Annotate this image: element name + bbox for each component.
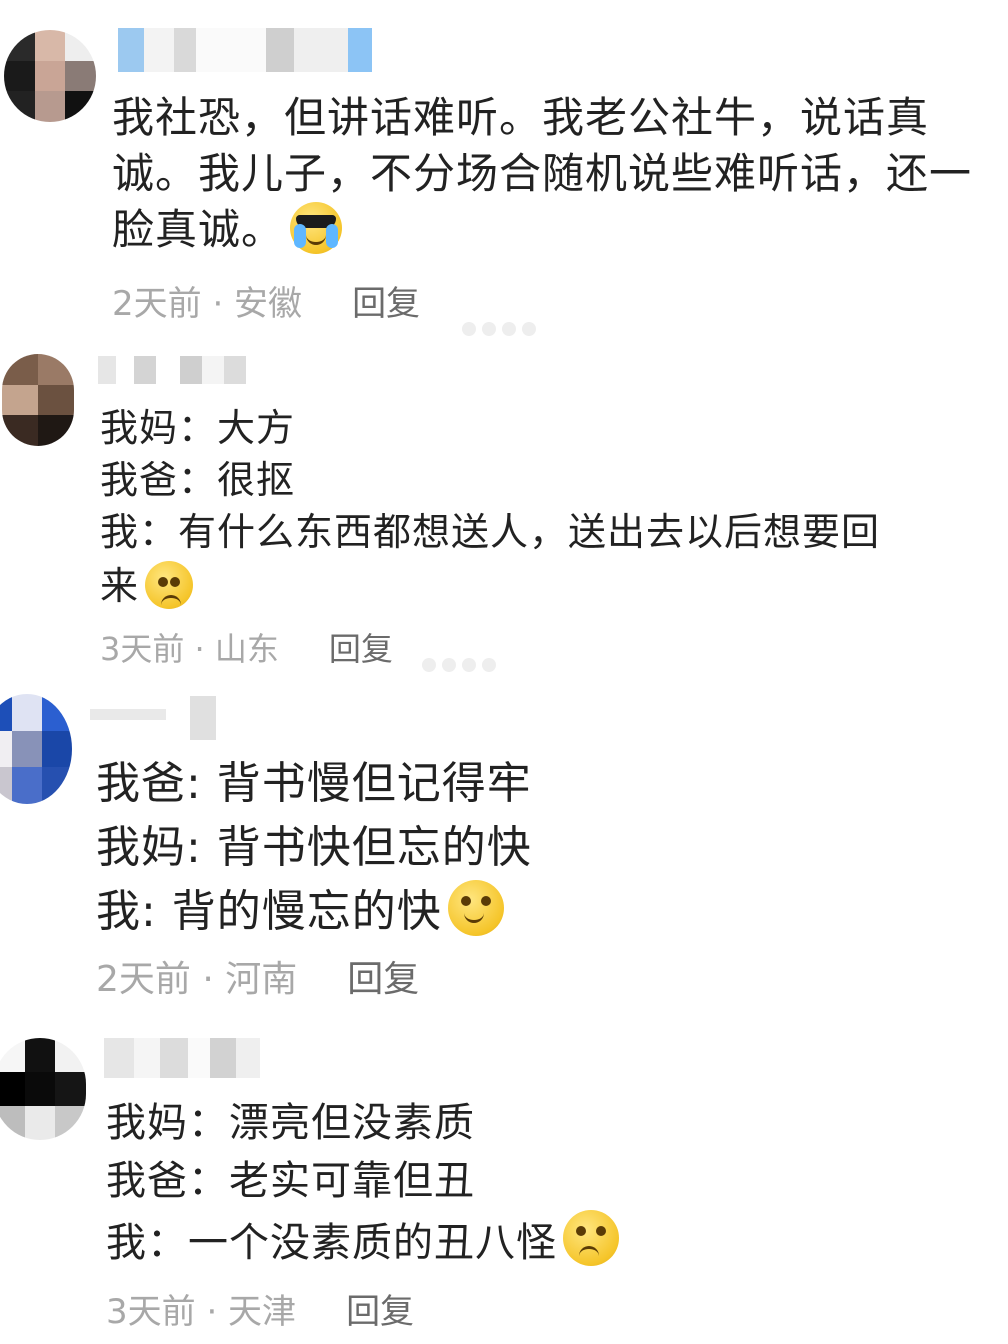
comment-line: 我妈: 背书快但忘的快 <box>96 822 532 873</box>
reply-button[interactable]: 回复 <box>352 284 420 324</box>
username-blurred[interactable] <box>104 1038 260 1078</box>
comment-meta: 3天前 · 山东 回复 <box>100 624 393 670</box>
pleading-face-emoji <box>563 1210 619 1266</box>
like-dots <box>422 658 496 672</box>
reply-button[interactable]: 回复 <box>347 959 419 1000</box>
comment-text: 我社恐，但讲话难听。我老公社牛，说话真 诚。我儿子，不分场合随机说些难听话，还一… <box>112 90 1008 258</box>
comment-meta: 2天前 · 河南 回复 <box>96 950 419 1002</box>
avatar[interactable] <box>0 694 72 804</box>
comment-line: 诚。我儿子，不分场合随机说些难听话，还一 <box>112 149 973 198</box>
avatar[interactable] <box>4 30 96 122</box>
flushed-smile-emoji <box>447 880 504 936</box>
comment-item: 我社恐，但讲话难听。我老公社牛，说话真 诚。我儿子，不分场合随机说些难听话，还一… <box>0 0 1008 336</box>
comment-line: 我：有什么东西都想送人，送出去以后想要回 <box>100 510 881 554</box>
comment-text: 我妈：漂亮但没素质 我爸：老实可靠但丑 我：一个没素质的丑八怪 <box>106 1094 1008 1272</box>
reply-button[interactable]: 回复 <box>329 630 393 668</box>
comment-line: 我爸：老实可靠但丑 <box>106 1158 475 1204</box>
comment-line: 我爸: 背书慢但记得牢 <box>96 758 532 809</box>
pleading-face-emoji <box>145 561 194 609</box>
comment-item: 我妈：大方 我爸：很抠 我：有什么东西都想送人，送出去以后想要回 来 3天前 ·… <box>0 340 1008 680</box>
avatar[interactable] <box>0 1038 86 1140</box>
reply-button[interactable]: 回复 <box>346 1292 414 1332</box>
comment-text: 我爸: 背书慢但记得牢 我妈: 背书快但忘的快 我: 背的慢忘的快 <box>96 752 1008 944</box>
timestamp-location: 2天前 · 安徽 <box>112 284 303 324</box>
comment-meta: 3天前 · 天津 回复 <box>106 1284 414 1333</box>
timestamp-location: 2天前 · 河南 <box>96 959 298 1000</box>
comment-line: 脸真诚。 <box>112 205 285 254</box>
crying-sunglasses-emoji <box>290 202 343 254</box>
comment-text: 我妈：大方 我爸：很抠 我：有什么东西都想送人，送出去以后想要回 来 <box>100 402 1008 614</box>
comment-line: 来 <box>100 564 140 608</box>
comment-meta: 2天前 · 安徽 回复 <box>112 276 420 325</box>
comment-line: 我妈：大方 <box>100 406 296 450</box>
comment-line: 我社恐，但讲话难听。我老公社牛，说话真 <box>112 93 930 142</box>
like-dots <box>462 322 536 336</box>
timestamp-location: 3天前 · 山东 <box>100 630 279 668</box>
comment-item: 我爸: 背书慢但记得牢 我妈: 背书快但忘的快 我: 背的慢忘的快 2天前 · … <box>0 688 1008 1018</box>
comment-line: 我妈：漂亮但没素质 <box>106 1100 475 1146</box>
comment-line: 我：一个没素质的丑八怪 <box>106 1220 557 1266</box>
username-blurred[interactable] <box>118 28 390 72</box>
comment-line: 我爸：很抠 <box>100 458 296 502</box>
avatar[interactable] <box>2 354 74 446</box>
comment-line: 我: 背的慢忘的快 <box>96 886 442 937</box>
comment-item: 我妈：漂亮但没素质 我爸：老实可靠但丑 我：一个没素质的丑八怪 3天前 · 天津… <box>0 1030 1008 1344</box>
username-blurred[interactable] <box>98 356 270 384</box>
timestamp-location: 3天前 · 天津 <box>106 1292 297 1332</box>
username-blurred[interactable] <box>90 696 216 740</box>
